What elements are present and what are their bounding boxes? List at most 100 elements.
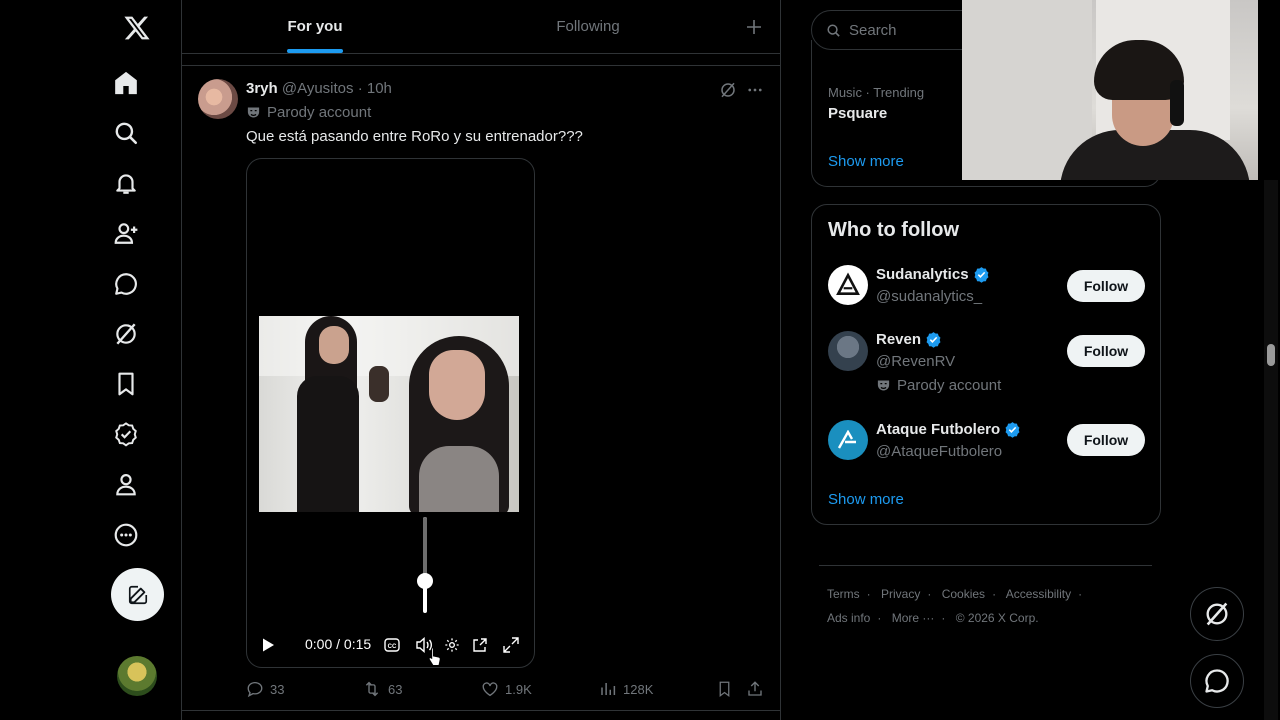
video-frame[interactable] — [259, 316, 519, 512]
profile-icon[interactable] — [112, 470, 140, 498]
footer-dot: · — [941, 611, 946, 625]
mask-icon — [246, 105, 261, 120]
user-name[interactable]: Ataque Futbolero — [876, 421, 1021, 438]
video-time: 0:00 / 0:15 — [305, 636, 372, 652]
active-tab-indicator — [287, 49, 343, 53]
footer-links-row-1: Terms · Privacy · Cookies · Accessibility · — [827, 587, 1089, 601]
trends-show-more[interactable]: Show more — [828, 153, 904, 170]
tab-for-you-label: For you — [287, 18, 343, 35]
webcam-overlay — [962, 0, 1258, 180]
mask-icon — [876, 378, 891, 393]
share-button[interactable] — [746, 680, 764, 698]
chat-icon[interactable] — [112, 270, 140, 298]
bookmarks-icon[interactable] — [112, 370, 140, 398]
add-feed-button[interactable] — [728, 0, 780, 53]
plus-icon — [746, 19, 762, 35]
timeline: For you Following 3ryh @Ayusitos · 10h P… — [182, 0, 781, 720]
repost-count: 63 — [388, 681, 403, 697]
video-settings-button[interactable] — [443, 635, 461, 655]
grok-floating-button[interactable] — [1190, 587, 1244, 641]
account-avatar[interactable] — [117, 656, 157, 696]
parody-badge: Parody account — [876, 377, 1001, 394]
footer-links-row-2: Ads info · More ··· · © 2026 X Corp. — [827, 611, 1039, 625]
post-more-icon[interactable] — [745, 80, 765, 100]
repost-button[interactable]: 63 — [362, 680, 402, 698]
notifications-icon[interactable] — [112, 169, 140, 197]
verified-badge-icon — [925, 331, 942, 348]
follow-button[interactable]: Follow — [1067, 270, 1145, 302]
like-button[interactable]: 1.9K — [481, 680, 532, 698]
user-name[interactable]: Reven — [876, 331, 942, 348]
post-author-handle[interactable]: @Ayusitos — [282, 80, 354, 97]
footer-link[interactable]: Cookies — [942, 587, 985, 601]
pip-button[interactable] — [471, 635, 489, 655]
scrollbar-track[interactable] — [1264, 180, 1278, 720]
user-handle: @sudanalytics_ — [876, 288, 983, 305]
grok-icon[interactable] — [112, 320, 140, 348]
parody-label: Parody account — [267, 104, 372, 121]
webcam-headset — [1170, 80, 1184, 126]
user-avatar[interactable] — [828, 420, 868, 460]
tab-following[interactable]: Following — [448, 0, 728, 53]
footer-link[interactable]: More ··· — [892, 611, 935, 625]
fullscreen-button[interactable] — [502, 635, 520, 655]
user-avatar[interactable] — [828, 265, 868, 305]
tab-for-you[interactable]: For you — [182, 0, 448, 53]
chat-icon — [1203, 667, 1231, 695]
user-avatar[interactable] — [828, 331, 868, 371]
mouse-cursor — [428, 646, 442, 673]
post-author-avatar[interactable] — [198, 79, 238, 119]
parody-label: Parody account — [897, 377, 1002, 394]
who-to-follow-title: Who to follow — [828, 219, 960, 241]
user-name-label: Ataque Futbolero — [876, 421, 1001, 438]
left-navigation — [0, 0, 182, 720]
x-logo-icon[interactable] — [123, 14, 151, 42]
footer-link[interactable]: Terms — [827, 587, 860, 601]
verified-badge-icon — [1004, 421, 1021, 438]
compose-post-button[interactable] — [111, 568, 164, 621]
post-text: Que está pasando entre RoRo y su entrena… — [246, 128, 583, 145]
messages-floating-button[interactable] — [1190, 654, 1244, 708]
reply-button[interactable]: 33 — [246, 680, 284, 698]
explore-icon[interactable] — [112, 119, 140, 147]
trend-name[interactable]: Psquare — [828, 105, 887, 122]
verified-icon[interactable] — [112, 420, 140, 448]
who-to-follow-show-more[interactable]: Show more — [828, 491, 904, 508]
post-author-name[interactable]: 3ryh — [246, 80, 278, 97]
divider — [182, 710, 780, 711]
video-player[interactable]: 0:00 / 0:15 CC — [246, 158, 535, 668]
bookmark-icon — [716, 680, 733, 698]
post-time[interactable]: · 10h — [358, 80, 392, 97]
repost-icon — [362, 680, 382, 698]
views-button[interactable]: 128K — [599, 680, 653, 698]
footer-link[interactable]: Privacy — [881, 587, 920, 601]
like-count: 1.9K — [505, 681, 532, 697]
more-icon[interactable] — [112, 521, 140, 549]
follow-button[interactable]: Follow — [1067, 424, 1145, 456]
footer-link[interactable]: Accessibility — [1006, 587, 1071, 601]
scrollbar-thumb[interactable] — [1267, 344, 1275, 366]
svg-text:CC: CC — [388, 644, 397, 650]
divider — [819, 565, 1152, 566]
play-button[interactable] — [257, 635, 279, 655]
home-icon[interactable] — [112, 69, 140, 97]
verified-badge-icon — [973, 266, 990, 283]
volume-slider-empty — [423, 517, 427, 581]
footer-dot: · — [866, 587, 871, 601]
user-handle: @RevenRV — [876, 353, 956, 370]
views-icon — [599, 680, 617, 698]
volume-slider-handle[interactable] — [417, 573, 433, 589]
footer-link[interactable]: Ads info — [827, 611, 870, 625]
tab-following-label: Following — [556, 18, 620, 35]
grok-icon[interactable] — [718, 80, 738, 100]
bookmark-button[interactable] — [716, 680, 733, 698]
footer-dot: · — [927, 587, 932, 601]
user-name[interactable]: Sudanalytics — [876, 266, 990, 283]
user-handle: @AtaqueFutbolero — [876, 443, 1003, 460]
follow-icon[interactable] — [112, 219, 140, 247]
captions-button[interactable]: CC — [383, 635, 401, 655]
follow-button[interactable]: Follow — [1067, 335, 1145, 367]
fullscreen-icon — [503, 637, 519, 653]
post-header: 3ryh @Ayusitos · 10h — [246, 80, 392, 97]
heart-icon — [481, 680, 499, 698]
